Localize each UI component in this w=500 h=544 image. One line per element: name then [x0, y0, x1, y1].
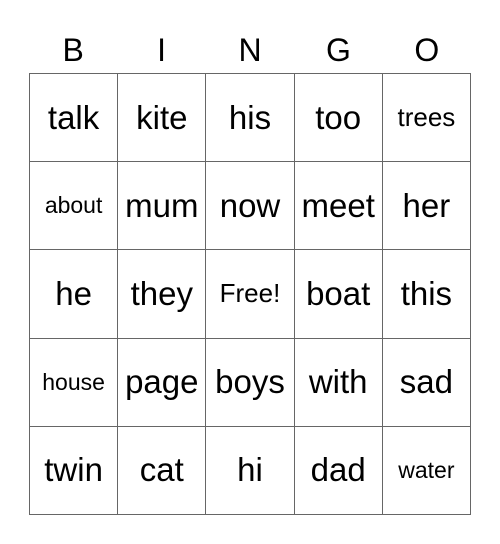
bingo-cell[interactable]: they	[118, 250, 207, 339]
bingo-cell[interactable]: dad	[294, 426, 383, 515]
bingo-cell[interactable]: this	[382, 250, 471, 339]
bingo-cell[interactable]: her	[382, 162, 471, 251]
bingo-cell[interactable]: his	[206, 74, 295, 163]
bingo-cell[interactable]: too	[294, 74, 383, 163]
bingo-cell[interactable]: boat	[294, 250, 383, 339]
bingo-cell[interactable]: boys	[206, 338, 295, 427]
header-letter-i: I	[157, 32, 167, 68]
header-letter-n: N	[238, 32, 262, 68]
bingo-cell[interactable]: with	[294, 338, 383, 427]
bingo-cell[interactable]: page	[118, 338, 207, 427]
bingo-card: talk kite his too trees about mum now me…	[29, 73, 471, 515]
bingo-cell[interactable]: hi	[206, 426, 295, 515]
bingo-cell[interactable]: trees	[382, 74, 471, 163]
bingo-cell[interactable]: water	[382, 426, 471, 515]
bingo-cell[interactable]: meet	[294, 162, 383, 251]
bingo-cell[interactable]: twin	[30, 426, 119, 515]
bingo-header: B I N G O	[29, 28, 471, 72]
bingo-cell[interactable]: about	[30, 162, 119, 251]
bingo-cell[interactable]: talk	[30, 74, 119, 163]
bingo-cell[interactable]: house	[30, 338, 119, 427]
bingo-cell[interactable]: cat	[118, 426, 207, 515]
bingo-cell[interactable]: mum	[118, 162, 207, 251]
bingo-cell[interactable]: now	[206, 162, 295, 251]
header-letter-b: B	[62, 32, 84, 68]
bingo-cell[interactable]: he	[30, 250, 119, 339]
header-letter-g: G	[325, 32, 351, 68]
bingo-cell[interactable]: sad	[382, 338, 471, 427]
bingo-cell[interactable]: kite	[118, 74, 207, 163]
header-letter-o: O	[414, 32, 440, 68]
free-space-cell[interactable]: Free!	[206, 250, 295, 339]
